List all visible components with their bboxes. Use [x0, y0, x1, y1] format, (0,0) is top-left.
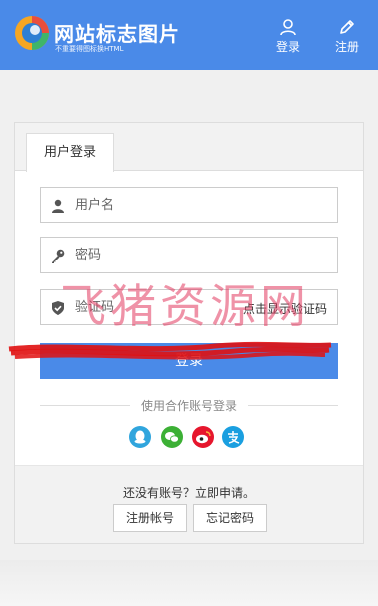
alipay-login-button[interactable] [222, 426, 244, 448]
user-icon [52, 199, 64, 213]
captcha-field[interactable]: 点击显示验证码 [40, 289, 338, 325]
top-header: 网站标志图片 不重要得图标换HTML 登录 注册 [0, 0, 378, 70]
register-panel: 还没有账号？立即申请。 注册帐号 忘记密码 [15, 465, 363, 543]
password-field[interactable] [40, 237, 338, 273]
forgot-password-button[interactable]: 忘记密码 [193, 504, 267, 532]
divider-line-right [248, 405, 338, 406]
weibo-icon [196, 431, 211, 444]
password-input[interactable] [75, 238, 275, 272]
header-login-label: 登录 [275, 40, 300, 54]
user-icon [280, 19, 296, 36]
shield-check-icon [52, 301, 64, 315]
tab-strip: 用户登录 [15, 123, 363, 172]
wechat-icon [165, 432, 179, 443]
username-input[interactable] [75, 188, 275, 222]
login-submit-button[interactable]: 登录 [40, 343, 338, 379]
key-icon [52, 249, 65, 263]
header-register-label: 注册 [334, 40, 359, 54]
alipay-icon [228, 431, 240, 444]
register-account-button[interactable]: 注册帐号 [113, 504, 187, 532]
site-title: 网站标志图片 [54, 22, 180, 46]
header-login-button[interactable]: 登录 [268, 18, 308, 58]
no-account-text: 还没有账号？立即申请。 [122, 486, 255, 500]
pencil-icon [340, 20, 354, 34]
tab-user-login[interactable]: 用户登录 [26, 133, 114, 172]
background-decoration [0, 560, 378, 606]
site-logo-icon[interactable] [14, 15, 50, 51]
qq-icon [134, 430, 146, 444]
show-captcha-link[interactable]: 点击显示验证码 [243, 300, 327, 317]
qq-login-button[interactable] [129, 426, 151, 448]
wechat-login-button[interactable] [161, 426, 183, 448]
username-field[interactable] [40, 187, 338, 223]
site-subtitle: 不重要得图标换HTML [55, 45, 124, 53]
login-card: 用户登录 点击显示验证码 登录 使用合作账号登录 [8, 122, 364, 544]
header-register-button[interactable]: 注册 [327, 18, 367, 58]
weibo-login-button[interactable] [192, 426, 214, 448]
social-divider: 使用合作账号登录 [40, 397, 338, 415]
